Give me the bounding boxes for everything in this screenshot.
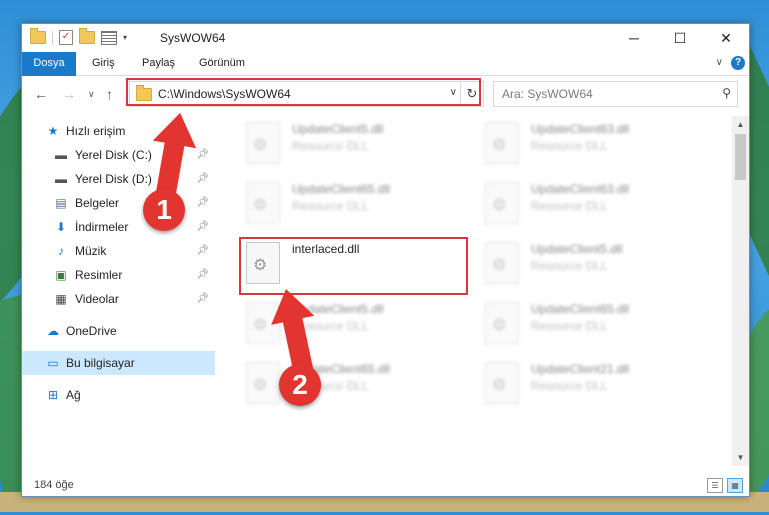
maximize-button[interactable]: ☐ bbox=[657, 24, 703, 52]
tab-share[interactable]: Paylaş bbox=[142, 52, 175, 75]
sidebar-item-this-pc[interactable]: ▭ Bu bilgisayar bbox=[22, 351, 215, 375]
sidebar-item-label: Videolar bbox=[75, 292, 119, 306]
document-icon: ▤ bbox=[55, 196, 67, 210]
sidebar-item-label: Belgeler bbox=[75, 196, 120, 210]
up-arrow-icon[interactable]: ↑ bbox=[106, 86, 113, 102]
highlight-box-address bbox=[126, 78, 481, 106]
recent-locations-icon[interactable]: ∨ bbox=[88, 89, 95, 100]
sidebar-item-videos[interactable]: ▦ Videolar 📌︎ bbox=[22, 287, 215, 311]
tiles-view-icon[interactable]: ▦ bbox=[727, 478, 743, 493]
back-arrow-icon[interactable]: ← bbox=[34, 86, 48, 102]
file-name: UpdateClient65.dll bbox=[292, 182, 391, 196]
pin-icon[interactable]: 📌︎ bbox=[196, 287, 209, 311]
new-folder-icon[interactable] bbox=[79, 28, 95, 44]
properties-icon[interactable]: ✓ bbox=[59, 30, 73, 45]
chevron-down-icon[interactable]: ∨ bbox=[716, 57, 723, 68]
window-title: SysWOW64 bbox=[160, 31, 226, 45]
file-type: Resource DLL bbox=[531, 199, 608, 213]
sidebar-item-label: OneDrive bbox=[66, 324, 117, 338]
close-button[interactable]: ✕ bbox=[703, 24, 749, 52]
item-count: 184 öğe bbox=[34, 479, 74, 491]
help-button[interactable]: ? bbox=[731, 56, 745, 70]
tab-home[interactable]: Giriş bbox=[92, 52, 115, 75]
sidebar-item-label: Ağ bbox=[66, 388, 81, 402]
forward-arrow-icon[interactable]: → bbox=[62, 86, 76, 102]
picture-icon: ▣ bbox=[55, 268, 67, 282]
file-type: Resource DLL bbox=[292, 199, 369, 213]
sidebar-item-label: Müzik bbox=[75, 244, 107, 258]
sidebar-item-music[interactable]: ♪ Müzik 📌︎ bbox=[22, 239, 215, 263]
cloud-icon: ☁ bbox=[47, 324, 59, 338]
video-icon: ▦ bbox=[55, 292, 67, 306]
details-view-icon[interactable]: ☰ bbox=[707, 478, 723, 493]
scroll-down-icon[interactable]: ▼ bbox=[732, 449, 749, 466]
view-toggle: ☰ ▦ bbox=[707, 478, 743, 493]
dll-file-icon bbox=[485, 122, 519, 164]
pin-icon[interactable]: 📌︎ bbox=[196, 263, 209, 287]
explorer-window: ✓ ▾ SysWOW64 ─ ☐ ✕ Dosya Giriş Paylaş Gö… bbox=[21, 23, 750, 497]
drive-icon: ▬ bbox=[55, 172, 67, 186]
sidebar-item-network[interactable]: ⊞ Ağ bbox=[22, 383, 215, 407]
quick-access-toolbar: ✓ ▾ bbox=[30, 28, 127, 45]
status-bar: 184 öğe ☰ ▦ bbox=[22, 474, 749, 496]
dll-file-icon bbox=[485, 182, 519, 224]
file-type: Resource DLL bbox=[531, 319, 608, 333]
download-icon: ⬇ bbox=[55, 220, 67, 234]
file-type: Resource DLL bbox=[292, 139, 369, 153]
file-type: Resource DLL bbox=[531, 139, 608, 153]
list-item[interactable]: UpdateClient65.dll Resource DLL bbox=[246, 182, 476, 230]
minimize-button[interactable]: ─ bbox=[611, 24, 657, 52]
dll-file-icon bbox=[246, 122, 280, 164]
music-icon: ♪ bbox=[58, 244, 64, 258]
file-name: UpdateClient63.dll bbox=[531, 182, 630, 196]
navigation-bar: ← → ∨ ↑ C:\Windows\SysWOW64 ∨ ↻ Ara: Sys… bbox=[22, 76, 749, 112]
toolbar-separator bbox=[52, 30, 53, 45]
annotation-step-2: 2 bbox=[279, 364, 321, 406]
file-type: Resource DLL bbox=[531, 259, 608, 273]
network-icon: ⊞ bbox=[47, 388, 59, 402]
sidebar-item-pictures[interactable]: ▣ Resimler 📌︎ bbox=[22, 263, 215, 287]
vertical-scrollbar[interactable]: ▲ ▼ bbox=[732, 116, 749, 466]
sidebar-item-label: Hızlı erişim bbox=[66, 124, 126, 138]
list-item[interactable]: UpdateClient63.dll Resource DLL bbox=[485, 122, 715, 170]
dll-file-icon bbox=[485, 302, 519, 344]
search-input[interactable]: Ara: SysWOW64 ⚲ bbox=[493, 81, 738, 107]
search-icon[interactable]: ⚲ bbox=[722, 86, 731, 100]
tab-view[interactable]: Görünüm bbox=[199, 52, 245, 75]
sidebar-item-label: İndirmeler bbox=[75, 220, 129, 234]
list-item[interactable]: UpdateClient65.dll Resource DLL bbox=[485, 302, 715, 350]
dll-file-icon bbox=[485, 242, 519, 284]
ribbon: Dosya Giriş Paylaş Görünüm ∨ ? bbox=[22, 52, 749, 100]
scroll-thumb[interactable] bbox=[735, 134, 746, 180]
pin-icon[interactable]: 📌︎ bbox=[196, 239, 209, 263]
list-item[interactable]: UpdateClient5.dll Resource DLL bbox=[485, 242, 715, 290]
list-item[interactable]: UpdateClient21.dll Resource DLL bbox=[485, 362, 715, 410]
sidebar-item-label: Resimler bbox=[75, 268, 123, 282]
sidebar-item-label: Bu bilgisayar bbox=[66, 356, 135, 370]
list-item[interactable]: UpdateClient5.dll Resource DLL bbox=[246, 122, 476, 170]
file-name: UpdateClient21.dll bbox=[531, 362, 630, 376]
sidebar-item-onedrive[interactable]: ☁ OneDrive bbox=[22, 319, 215, 343]
file-name: UpdateClient63.dll bbox=[531, 122, 630, 136]
file-type: Resource DLL bbox=[531, 379, 608, 393]
title-bar: ✓ ▾ SysWOW64 ─ ☐ ✕ bbox=[22, 24, 749, 52]
chevron-down-icon[interactable]: ▾ bbox=[123, 33, 127, 42]
scroll-up-icon[interactable]: ▲ bbox=[732, 116, 749, 133]
star-icon: ★ bbox=[47, 124, 59, 138]
annotation-step-1: 1 bbox=[143, 189, 185, 231]
dll-file-icon bbox=[246, 182, 280, 224]
computer-icon: ▭ bbox=[47, 356, 59, 370]
list-item[interactable]: UpdateClient63.dll Resource DLL bbox=[485, 182, 715, 230]
search-placeholder: Ara: SysWOW64 bbox=[502, 87, 593, 101]
file-name: UpdateClient65.dll bbox=[531, 302, 630, 316]
view-list-icon[interactable] bbox=[101, 30, 117, 45]
folder-icon bbox=[30, 28, 46, 44]
file-name: UpdateClient5.dll bbox=[292, 122, 384, 136]
dll-file-icon bbox=[485, 362, 519, 404]
file-name: UpdateClient5.dll bbox=[531, 242, 623, 256]
drive-icon: ▬ bbox=[55, 148, 67, 162]
